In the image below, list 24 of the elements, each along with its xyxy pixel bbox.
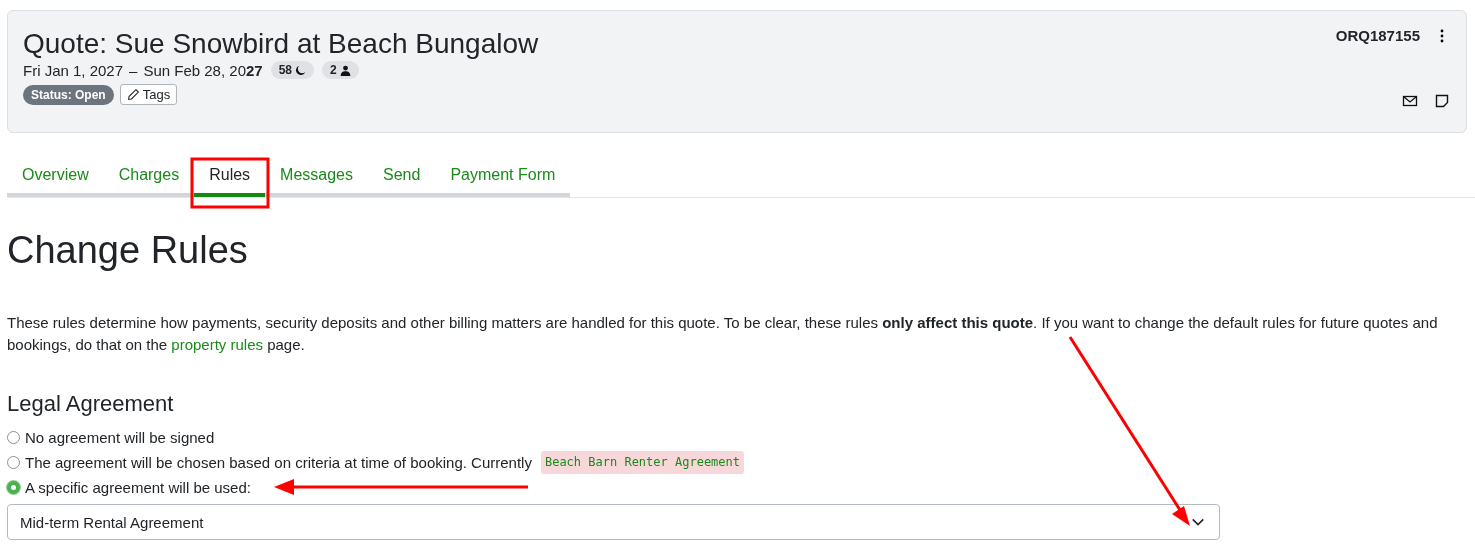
- tab[interactable]: Charges: [103, 154, 195, 197]
- reference-number: ORQ187155: [1335, 27, 1420, 44]
- agreement-select[interactable]: Mid-term Rental Agreement: [7, 504, 1220, 540]
- intro-paragraph: These rules determine how payments, security deposits and other billing matters are handled for this quote. To be clear, these rules only affect this quote. If you want to change the default rules for future quotes and bookings, do that on the property rules page.: [7, 313, 1439, 355]
- tags-button[interactable]: Tags: [119, 84, 178, 105]
- option-label[interactable]: A specific agreement will be used:: [25, 478, 251, 497]
- agreement-tag: Beach Barn Renter Agreement: [540, 451, 744, 474]
- page-heading: Change Rules: [7, 228, 249, 272]
- end-date: Sun Feb 28, 2027: [143, 61, 263, 79]
- property-rules-link[interactable]: property rules: [171, 336, 263, 353]
- quote-title: Quote: Sue Snowbird at Beach Bungalow: [23, 27, 539, 61]
- start-date: Fri Jan 1, 2027: [23, 61, 124, 79]
- nights-badge: 58: [270, 61, 315, 79]
- guests-badge: 2: [322, 61, 359, 79]
- option-label[interactable]: The agreement will be chosen based on criteria at time of booking. Currently: [25, 453, 532, 472]
- tab[interactable]: Messages: [265, 154, 368, 197]
- option-label[interactable]: No agreement will be signed: [25, 428, 215, 447]
- date-separator: –: [129, 61, 138, 79]
- tab[interactable]: Overview: [7, 154, 104, 197]
- tab[interactable]: Payment Form: [435, 154, 571, 197]
- status-badge: Status: Open: [23, 84, 114, 105]
- section-heading: Legal Agreement: [7, 390, 175, 418]
- tab[interactable]: Send: [368, 154, 436, 197]
- tab[interactable]: Rules: [194, 154, 266, 197]
